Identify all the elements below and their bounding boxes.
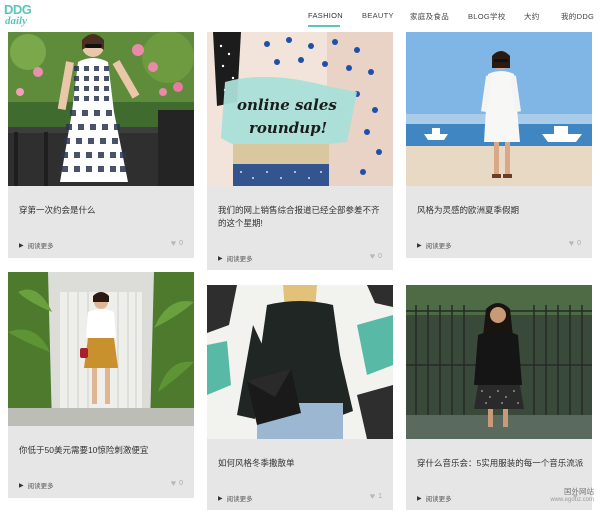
heart-icon: ♥ bbox=[369, 251, 376, 261]
post-image[interactable] bbox=[8, 272, 194, 426]
site-watermark: 国外网站 www.egouz.com bbox=[532, 485, 594, 511]
post-title[interactable]: 穿第一次约会是什么 bbox=[19, 204, 183, 217]
heart-icon: ♥ bbox=[568, 238, 575, 248]
post-title[interactable]: 我们的网上销售综合报道已经全部参差不齐的这个星期! bbox=[218, 204, 382, 230]
arrow-right-icon: ▶ bbox=[19, 482, 24, 489]
arrow-right-icon: ▶ bbox=[417, 242, 422, 249]
arrow-right-icon: ▶ bbox=[218, 255, 223, 262]
like-button[interactable]: ♥ 0 bbox=[569, 239, 581, 248]
nav-item-fashion[interactable]: FASHION bbox=[308, 11, 343, 20]
post-card[interactable]: 穿第一次约会是什么 ▶ 阅读更多 ♥ 0 bbox=[8, 32, 194, 258]
arrow-right-icon: ▶ bbox=[218, 495, 223, 502]
read-more-link[interactable]: ▶ 阅读更多 bbox=[19, 480, 54, 491]
post-card[interactable]: 如何风格冬季撒散单 ▶ 阅读更多 ♥ 1 bbox=[207, 285, 393, 510]
post-card[interactable]: 穿什么音乐会：5实用服装的每一个音乐流派 ▶ 阅读更多 ♥ bbox=[406, 285, 592, 510]
like-count: 0 bbox=[378, 253, 382, 260]
read-more-link[interactable]: ▶ 阅读更多 bbox=[218, 493, 253, 504]
nav-item-beauty[interactable]: BEAUTY bbox=[362, 11, 394, 20]
heart-icon: ♥ bbox=[369, 491, 376, 501]
post-image[interactable] bbox=[406, 285, 592, 439]
read-more-link[interactable]: ▶ 阅读更多 bbox=[417, 493, 452, 504]
arrow-right-icon: ▶ bbox=[417, 495, 422, 502]
read-more-link[interactable]: ▶ 阅读更多 bbox=[417, 240, 452, 251]
read-more-label: 阅读更多 bbox=[425, 496, 452, 503]
nav-item-my-ddg[interactable]: 我的DDG bbox=[561, 11, 594, 22]
post-title[interactable]: 你低于50美元需要10惊险刺激便宜 bbox=[19, 444, 183, 457]
post-title[interactable]: 风格为灵感的欧洲夏季假期 bbox=[417, 204, 581, 217]
arrow-right-icon: ▶ bbox=[19, 242, 24, 249]
like-count: 0 bbox=[577, 240, 581, 247]
post-card[interactable]: 风格为灵感的欧洲夏季假期 ▶ 阅读更多 ♥ 0 bbox=[406, 32, 592, 258]
heart-icon: ♥ bbox=[170, 238, 177, 248]
post-image[interactable] bbox=[406, 32, 592, 186]
post-image[interactable]: online sales roundup! bbox=[207, 32, 393, 186]
image-text-line1: online sales bbox=[237, 96, 337, 114]
watermark-url: www.egouz.com bbox=[550, 497, 594, 503]
read-more-label: 阅读更多 bbox=[226, 256, 253, 263]
watermark-title: 国外网站 bbox=[564, 487, 594, 496]
read-more-label: 阅读更多 bbox=[27, 483, 54, 490]
like-count: 0 bbox=[179, 240, 183, 247]
main-nav: FASHION BEAUTY 家庭及食品 BLOG学校 大约 我的DDG bbox=[0, 11, 600, 27]
like-button[interactable]: ♥ 0 bbox=[171, 239, 183, 248]
nav-item-about[interactable]: 大约 bbox=[524, 11, 540, 22]
read-more-label: 阅读更多 bbox=[27, 243, 54, 250]
like-button[interactable]: ♥ 1 bbox=[370, 492, 382, 501]
read-more-link[interactable]: ▶ 阅读更多 bbox=[218, 253, 253, 264]
read-more-link[interactable]: ▶ 阅读更多 bbox=[19, 240, 54, 251]
like-count: 1 bbox=[378, 493, 382, 500]
nav-active-underline bbox=[308, 25, 340, 27]
like-button[interactable]: ♥ 0 bbox=[370, 252, 382, 261]
post-card[interactable]: online sales roundup! 我们的网上销售综合报道已经全部参差不… bbox=[207, 32, 393, 270]
post-image[interactable] bbox=[8, 32, 194, 186]
post-card[interactable]: 你低于50美元需要10惊险刺激便宜 ▶ 阅读更多 ♥ 0 bbox=[8, 272, 194, 498]
like-button[interactable]: ♥ 0 bbox=[171, 479, 183, 488]
post-title[interactable]: 如何风格冬季撒散单 bbox=[218, 457, 382, 470]
heart-icon: ♥ bbox=[170, 478, 177, 488]
nav-item-blog-school[interactable]: BLOG学校 bbox=[468, 11, 506, 22]
image-text-line2: roundup! bbox=[249, 119, 327, 137]
post-title[interactable]: 穿什么音乐会：5实用服装的每一个音乐流派 bbox=[417, 457, 587, 470]
post-image[interactable] bbox=[207, 285, 393, 439]
top-bar: DDG daily FASHION BEAUTY 家庭及食品 BLOG学校 大约… bbox=[0, 0, 600, 32]
like-count: 0 bbox=[179, 480, 183, 487]
read-more-label: 阅读更多 bbox=[425, 243, 452, 250]
nav-item-home-food[interactable]: 家庭及食品 bbox=[410, 11, 449, 22]
read-more-label: 阅读更多 bbox=[226, 496, 253, 503]
